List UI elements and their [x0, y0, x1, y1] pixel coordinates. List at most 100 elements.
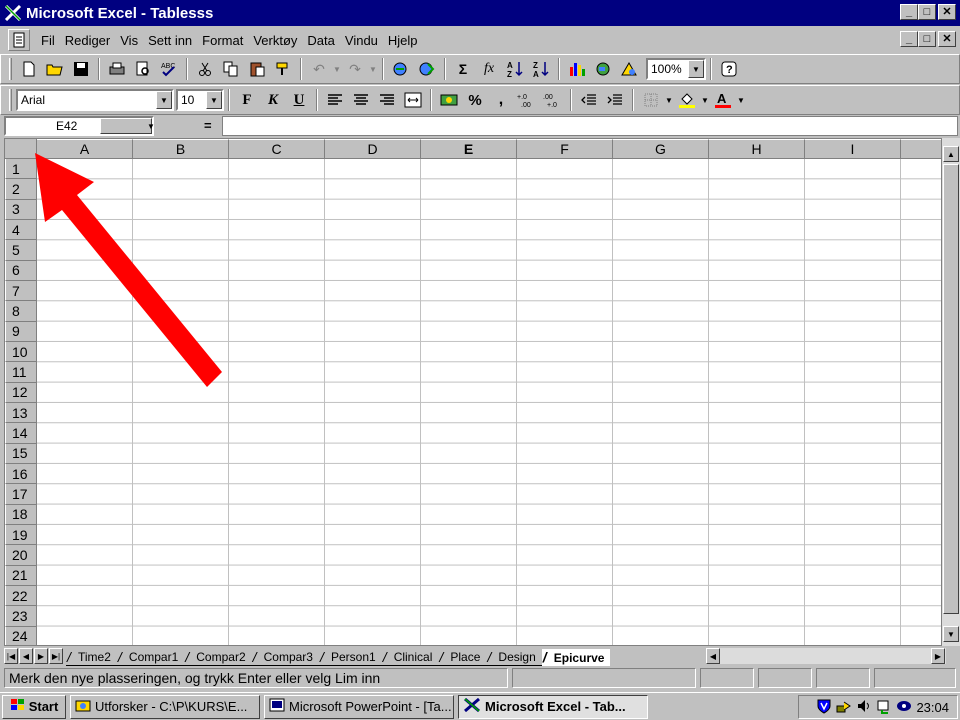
- row-header[interactable]: 1: [5, 159, 37, 180]
- name-box[interactable]: E42 ▼: [4, 116, 155, 136]
- sheet-tab-place[interactable]: Place: [438, 649, 487, 666]
- menu-vis[interactable]: Vis: [115, 33, 143, 48]
- currency-style-icon[interactable]: [437, 88, 461, 112]
- decrease-decimal-icon[interactable]: .00 +.0: [541, 88, 565, 112]
- column-header-i[interactable]: I: [805, 139, 901, 159]
- row-header[interactable]: 22: [5, 585, 37, 607]
- media-icon[interactable]: [896, 700, 912, 715]
- column-header-d[interactable]: D: [325, 139, 421, 159]
- vertical-scroll-thumb[interactable]: [943, 164, 959, 614]
- increase-decimal-icon[interactable]: +.0.00: [515, 88, 539, 112]
- row-header[interactable]: 7: [5, 280, 37, 302]
- chart-wizard-icon[interactable]: [565, 57, 589, 81]
- prev-sheet-icon[interactable]: ◀: [19, 648, 33, 664]
- font-size-dropdown-icon[interactable]: ▼: [206, 91, 222, 109]
- row-header[interactable]: 17: [5, 484, 37, 505]
- minimize-button[interactable]: _: [900, 4, 918, 20]
- menu-rediger[interactable]: Rediger: [60, 33, 116, 48]
- row-header[interactable]: 19: [5, 524, 37, 546]
- last-sheet-icon[interactable]: ▶|: [49, 648, 63, 664]
- sort-ascending-icon[interactable]: AZ: [503, 57, 527, 81]
- sheet-tab-compar3[interactable]: Compar3: [251, 649, 319, 666]
- sheet-tab-epicurve[interactable]: Epicurve: [541, 649, 611, 666]
- scroll-right-icon[interactable]: ▶: [931, 648, 945, 664]
- fill-color-dropdown-icon[interactable]: ▼: [700, 96, 710, 105]
- fill-color-icon[interactable]: [675, 88, 699, 112]
- drawing-icon[interactable]: [617, 57, 641, 81]
- toolbar-grip[interactable]: [9, 89, 12, 111]
- horizontal-scrollbar[interactable]: ◀ ▶: [706, 648, 946, 664]
- open-folder-icon[interactable]: [43, 57, 67, 81]
- horizontal-scroll-track[interactable]: [721, 648, 931, 664]
- save-icon[interactable]: [69, 57, 93, 81]
- menu-vindu[interactable]: Vindu: [340, 33, 383, 48]
- row-header[interactable]: 10: [5, 341, 37, 363]
- column-header-e[interactable]: E: [421, 139, 517, 159]
- increase-indent-icon[interactable]: [603, 88, 627, 112]
- sheet-tab-compar2[interactable]: Compar2: [184, 649, 252, 666]
- format-painter-icon[interactable]: [271, 57, 295, 81]
- row-header[interactable]: 14: [5, 423, 37, 444]
- doc-restore-button[interactable]: □: [918, 31, 936, 47]
- vertical-scrollbar[interactable]: ▲ ▼: [942, 138, 960, 646]
- copy-icon[interactable]: [219, 57, 243, 81]
- scroll-down-icon[interactable]: ▼: [943, 626, 959, 642]
- web-toolbar-icon[interactable]: [415, 57, 439, 81]
- office-assistant-icon[interactable]: ?: [717, 57, 741, 81]
- row-header[interactable]: 12: [5, 382, 37, 403]
- row-header[interactable]: 20: [5, 545, 37, 566]
- start-button[interactable]: Start: [2, 694, 66, 719]
- row-header[interactable]: 4: [5, 219, 37, 241]
- name-box-dropdown-icon[interactable]: ▼: [100, 118, 155, 134]
- font-color-icon[interactable]: A: [711, 88, 735, 112]
- percent-style-button[interactable]: %: [463, 88, 487, 112]
- maximize-button[interactable]: □: [918, 4, 936, 20]
- decrease-indent-icon[interactable]: [577, 88, 601, 112]
- comma-style-button[interactable]: ,: [489, 88, 513, 112]
- next-sheet-icon[interactable]: ▶: [34, 648, 48, 664]
- undo-dropdown-icon[interactable]: ▼: [332, 65, 342, 74]
- menu-verktoy[interactable]: Verktøy: [248, 33, 302, 48]
- column-header-f[interactable]: F: [517, 139, 613, 159]
- menu-format[interactable]: Format: [197, 33, 248, 48]
- column-header-c[interactable]: C: [229, 139, 325, 159]
- borders-dropdown-icon[interactable]: ▼: [664, 96, 674, 105]
- autosum-icon[interactable]: Σ: [451, 57, 475, 81]
- font-name-select[interactable]: Arial ▼: [16, 89, 174, 111]
- scroll-left-icon[interactable]: ◀: [706, 648, 720, 664]
- sheet-tab-person1[interactable]: Person1: [318, 649, 382, 666]
- row-header[interactable]: 8: [5, 301, 37, 322]
- align-right-icon[interactable]: [375, 88, 399, 112]
- task-excel[interactable]: Microsoft Excel - Tab...: [458, 694, 648, 719]
- spelling-check-icon[interactable]: ABC: [157, 57, 181, 81]
- scroll-up-icon[interactable]: ▲: [943, 146, 959, 162]
- font-color-dropdown-icon[interactable]: ▼: [736, 96, 746, 105]
- font-name-dropdown-icon[interactable]: ▼: [156, 91, 172, 109]
- column-header-h[interactable]: H: [709, 139, 805, 159]
- cut-icon[interactable]: [193, 57, 217, 81]
- underline-button[interactable]: U: [287, 88, 311, 112]
- row-header[interactable]: 23: [5, 606, 37, 627]
- print-preview-icon[interactable]: [131, 57, 155, 81]
- print-icon[interactable]: [105, 57, 129, 81]
- undo-icon[interactable]: ↶: [307, 57, 331, 81]
- sheet-tab-compar1[interactable]: Compar1: [116, 649, 185, 666]
- bold-button[interactable]: F: [235, 88, 259, 112]
- row-header[interactable]: 11: [5, 362, 37, 383]
- row-header[interactable]: 21: [5, 565, 37, 586]
- paste-function-icon[interactable]: fx: [477, 57, 501, 81]
- menu-fil[interactable]: Fil: [36, 33, 60, 48]
- close-button[interactable]: ✕: [938, 4, 956, 20]
- sheet-tab-design[interactable]: Design: [486, 649, 542, 666]
- antivirus-icon[interactable]: [816, 698, 832, 717]
- font-size-select[interactable]: 10 ▼: [176, 89, 224, 111]
- row-header[interactable]: 5: [5, 240, 37, 261]
- row-header[interactable]: 13: [5, 402, 37, 424]
- insert-hyperlink-icon[interactable]: [389, 57, 413, 81]
- row-header[interactable]: 15: [5, 443, 37, 464]
- row-header[interactable]: 2: [5, 179, 37, 200]
- column-header-j[interactable]: [901, 139, 941, 159]
- merge-center-icon[interactable]: [401, 88, 425, 112]
- italic-button[interactable]: K: [261, 88, 285, 112]
- row-header[interactable]: 3: [5, 199, 37, 220]
